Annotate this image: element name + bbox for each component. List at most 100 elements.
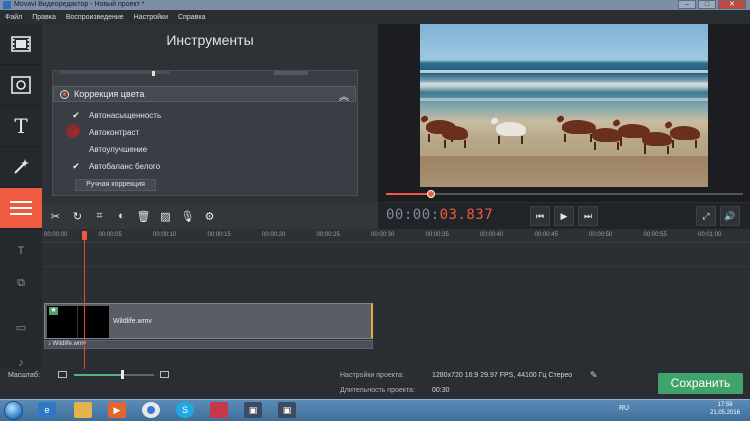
audio-track-icon: ♪: [18, 357, 24, 369]
nav-effects-button[interactable]: [0, 147, 42, 188]
gear-icon[interactable]: ⚙: [200, 207, 219, 226]
nav-filters-button[interactable]: [0, 65, 42, 106]
trash-icon[interactable]: 🗑: [134, 207, 153, 226]
option-auto-contrast[interactable]: ✔ Автоконтраст: [72, 124, 161, 141]
star-icon: ★: [49, 307, 58, 315]
manual-correction-button[interactable]: Ручная коррекция: [75, 179, 156, 191]
color-adjust-icon[interactable]: ◐: [112, 207, 131, 226]
color-correction-options: ✔ Автонасыщенность ✔ Автоконтраст Автоул…: [72, 107, 161, 175]
crop-icon[interactable]: ⌗: [90, 207, 109, 226]
option-auto-enhance[interactable]: Автоулучшение: [72, 141, 161, 158]
option-auto-saturation[interactable]: ✔ Автонасыщенность: [72, 107, 161, 124]
scissors-icon[interactable]: ✂: [46, 207, 65, 226]
audio-clip[interactable]: ♪ Wildlife.wmv: [44, 340, 373, 349]
clock-time: 17:59: [717, 402, 733, 408]
filters-icon: [11, 76, 31, 94]
player-controls: 00:00:03.837 ⏮ ▶ ⏭ ⤢ 🔊: [378, 203, 750, 229]
menu-file[interactable]: Файл: [5, 14, 22, 21]
timeline-ruler[interactable]: 00:00:00 00:00:05 00:00:10 00:00:15 00:00:20…: [42, 229, 750, 243]
left-nav: T: [0, 24, 42, 229]
fullscreen-icon[interactable]: ⤢: [696, 206, 716, 226]
ruler-tick-label: 00:00:55: [643, 232, 667, 238]
audio-clip-name: Wildlife.wmv: [52, 341, 87, 347]
movavi-icon[interactable]: ▣: [244, 402, 262, 418]
overlay-track-icon: ⧉: [17, 277, 25, 289]
zoom-slider[interactable]: [74, 374, 154, 376]
maximize-button[interactable]: □: [698, 0, 716, 9]
save-button[interactable]: Сохранить: [658, 373, 743, 394]
media-player-icon[interactable]: ▶: [108, 402, 126, 418]
project-duration-value: 00:30: [432, 387, 450, 394]
nav-import-button[interactable]: [0, 24, 42, 65]
nav-more-button[interactable]: [0, 188, 42, 229]
film-icon: [11, 36, 31, 52]
playhead-handle[interactable]: [82, 231, 87, 240]
start-button[interactable]: [4, 401, 23, 420]
checkmark-icon[interactable]: ✔: [72, 110, 80, 121]
color-correction-header[interactable]: Коррекция цвета ︽: [53, 86, 356, 103]
hamburger-icon: [10, 201, 32, 215]
collapse-chevron-icon[interactable]: ︽: [339, 88, 349, 103]
ruler-tick-label: 00:01:00: [698, 232, 722, 238]
play-icon[interactable]: ▶: [554, 206, 574, 226]
close-button[interactable]: ✕: [718, 0, 746, 9]
rotate-icon[interactable]: ↻: [68, 207, 87, 226]
tools-heading: Инструменты: [166, 32, 254, 48]
ruler-tick-label: 00:00:40: [480, 232, 504, 238]
playback-progress[interactable]: [386, 190, 743, 198]
image-icon[interactable]: ▨: [156, 207, 175, 226]
clip-name: Wildlife.wmv: [113, 318, 152, 325]
menu-playback[interactable]: Воспроизведение: [66, 14, 124, 21]
ruler-tick-label: 00:00:50: [589, 232, 613, 238]
clock-date: 21.05.2016: [709, 410, 741, 416]
zoom-label: Масштаб:: [8, 372, 40, 379]
language-indicator[interactable]: RU: [619, 405, 629, 412]
checkmark-icon[interactable]: ✔: [72, 161, 80, 172]
ie-icon[interactable]: e: [38, 402, 56, 418]
zoom-in-icon[interactable]: [160, 371, 169, 378]
menu-help[interactable]: Справка: [178, 14, 205, 21]
text-lane[interactable]: [42, 243, 750, 267]
ruler-tick-label: 00:00:25: [316, 232, 340, 238]
app-icon-photos[interactable]: [210, 402, 228, 418]
progress-handle[interactable]: [426, 190, 435, 198]
video-clip[interactable]: ★ Wildlife.wmv: [44, 303, 373, 339]
skip-back-icon[interactable]: ⏮: [530, 206, 550, 226]
playhead[interactable]: [84, 233, 85, 369]
minimize-button[interactable]: –: [678, 0, 696, 9]
timeline-track-headers: T ⧉ ▭ ♪: [0, 229, 42, 369]
option-label: Автоулучшение: [89, 145, 148, 154]
folder-icon[interactable]: [74, 402, 92, 418]
project-settings-label: Настройки проекта:: [340, 372, 404, 379]
timecode: 00:00:03.837: [386, 207, 494, 223]
window-controls: – □ ✕: [678, 0, 746, 10]
option-auto-white-balance[interactable]: ✔ Автобаланс белого: [72, 158, 161, 175]
menu-settings[interactable]: Настройки: [134, 14, 168, 21]
ruler-tick-label: 00:00:15: [207, 232, 231, 238]
menu-edit[interactable]: Правка: [32, 14, 56, 21]
microphone-icon[interactable]: 🎙: [178, 207, 197, 226]
nav-titles-button[interactable]: T: [0, 106, 42, 147]
video-track-icon: ▭: [15, 322, 27, 334]
video-frame: [420, 24, 708, 187]
zoom-slider-handle[interactable]: [121, 370, 124, 379]
movavi-secondary-icon[interactable]: ▣: [278, 402, 296, 418]
color-correction-icon: [60, 89, 69, 99]
zoom-out-icon[interactable]: [58, 371, 67, 378]
collapsed-slider: [60, 71, 350, 76]
text-track-icon: T: [17, 245, 25, 257]
edit-toolbar: ✂ ↻ ⌗ ◐ 🗑 ▨ 🎙 ⚙: [42, 203, 378, 229]
pencil-icon[interactable]: ✎: [590, 370, 598, 381]
volume-icon[interactable]: 🔊: [720, 206, 740, 226]
skip-forward-icon[interactable]: ⏭: [578, 206, 598, 226]
skype-icon[interactable]: S: [176, 402, 194, 418]
ruler-tick-label: 00:00:00: [44, 232, 68, 238]
app-icon: [3, 1, 11, 9]
ruler-tick-label: 00:00:45: [534, 232, 558, 238]
system-clock[interactable]: 17:59 21.05.2016: [706, 401, 744, 417]
titles-icon: T: [14, 114, 28, 138]
window-titlebar: Movavi Видеоредактор - Новый проект * – …: [0, 0, 750, 10]
checkmark-icon[interactable]: ✔: [72, 127, 80, 138]
chrome-icon[interactable]: [142, 402, 160, 418]
option-label: Автобаланс белого: [89, 162, 161, 171]
